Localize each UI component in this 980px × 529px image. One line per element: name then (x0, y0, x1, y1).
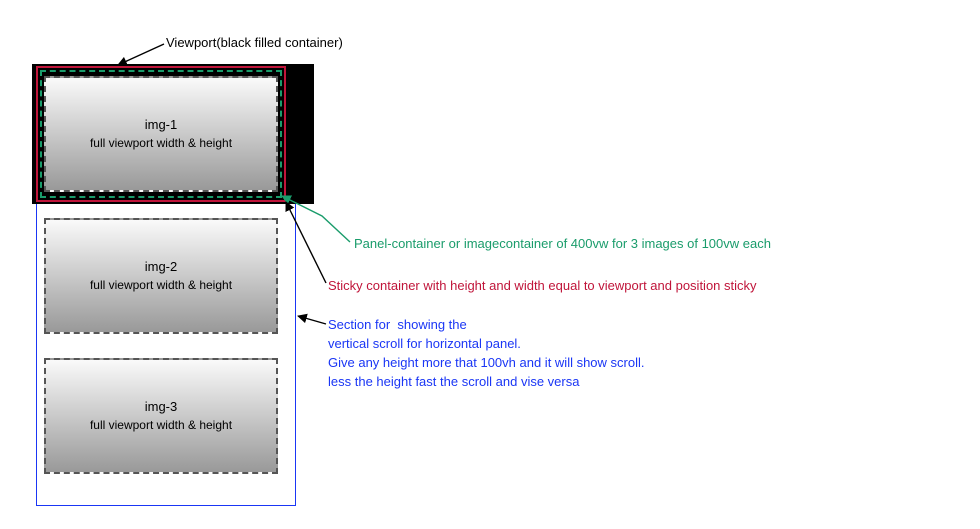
image-3-sub: full viewport width & height (90, 417, 232, 434)
image-1-title: img-1 (145, 116, 178, 135)
diagram-canvas: img-1 full viewport width & height img-2… (0, 0, 980, 529)
image-2-title: img-2 (145, 258, 178, 277)
image-panel-3: img-3 full viewport width & height (44, 358, 278, 474)
annotation-panel-container: Panel-container or imagecontainer of 400… (354, 235, 771, 254)
arrow-section (298, 316, 326, 324)
annotation-section: Section for showing the vertical scroll … (328, 316, 645, 391)
annotation-viewport: Viewport(black filled container) (166, 34, 343, 53)
image-panel-2: img-2 full viewport width & height (44, 218, 278, 334)
annotation-sticky-container: Sticky container with height and width e… (328, 277, 757, 296)
image-panel-1: img-1 full viewport width & height (44, 76, 278, 192)
image-3-title: img-3 (145, 398, 178, 417)
image-2-sub: full viewport width & height (90, 277, 232, 294)
arrow-viewport (118, 44, 164, 65)
image-1-sub: full viewport width & height (90, 135, 232, 152)
